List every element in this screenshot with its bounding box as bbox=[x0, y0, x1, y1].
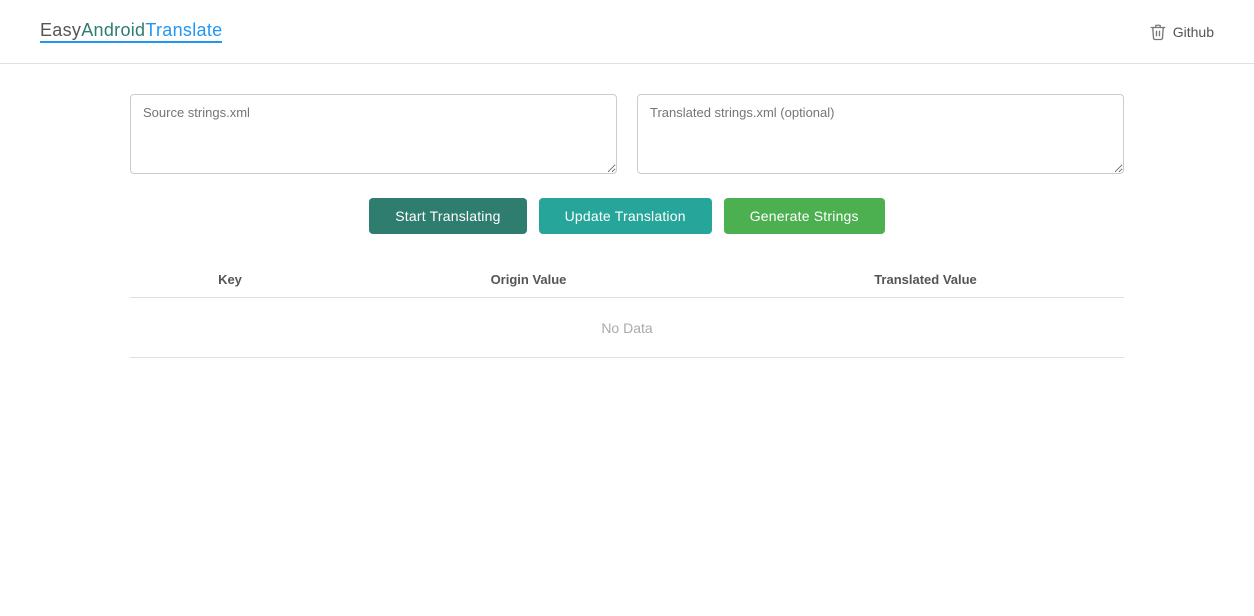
github-link[interactable]: Github bbox=[1149, 23, 1214, 41]
navbar: EasyAndroidTranslate Github bbox=[0, 0, 1254, 64]
github-icon bbox=[1149, 23, 1167, 41]
brand-easy: Easy bbox=[40, 20, 81, 40]
translated-textarea[interactable] bbox=[637, 94, 1124, 174]
main-content: Start Translating Update Translation Gen… bbox=[0, 64, 1254, 358]
start-translating-button[interactable]: Start Translating bbox=[369, 198, 526, 234]
brand-underline bbox=[40, 41, 222, 43]
brand-translate: Translate bbox=[145, 20, 222, 40]
table-header: Key Origin Value Translated Value bbox=[130, 262, 1124, 298]
table-body: No Data bbox=[130, 298, 1124, 358]
col-key-header: Key bbox=[130, 272, 330, 287]
brand-text: EasyAndroidTranslate bbox=[40, 20, 222, 41]
no-data-label: No Data bbox=[601, 300, 652, 356]
brand-android: Android bbox=[81, 20, 145, 40]
generate-strings-button[interactable]: Generate Strings bbox=[724, 198, 885, 234]
col-origin-header: Origin Value bbox=[330, 272, 727, 287]
textarea-row bbox=[130, 94, 1124, 174]
col-translated-header: Translated Value bbox=[727, 272, 1124, 287]
source-textarea[interactable] bbox=[130, 94, 617, 174]
button-row: Start Translating Update Translation Gen… bbox=[130, 198, 1124, 234]
github-label: Github bbox=[1173, 24, 1214, 40]
brand: EasyAndroidTranslate bbox=[40, 20, 222, 43]
update-translation-button[interactable]: Update Translation bbox=[539, 198, 712, 234]
